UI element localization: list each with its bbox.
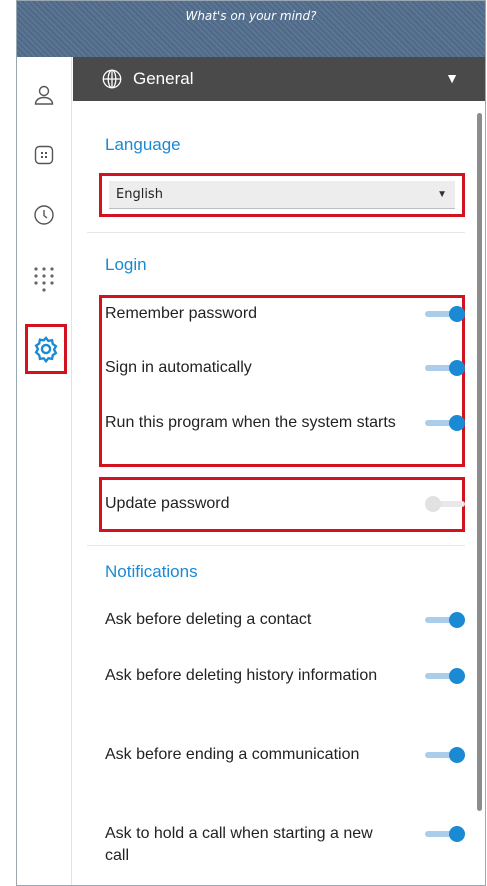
- globe-icon: [102, 69, 122, 89]
- notifications-heading: Notifications: [105, 562, 198, 581]
- setting-label: Ask before ending a communication: [105, 746, 360, 763]
- dialpad-icon: [34, 267, 54, 292]
- setting-row-remember-password: Remember password: [105, 303, 465, 325]
- setting-label: Remember password: [105, 305, 258, 322]
- rail-dialpad-button[interactable]: [26, 262, 62, 298]
- confirm-delete-history-toggle[interactable]: [425, 668, 465, 684]
- rail-contacts-button[interactable]: [26, 77, 62, 113]
- language-heading: Language: [105, 135, 181, 154]
- chevron-down-icon[interactable]: ▼: [445, 70, 459, 86]
- login-heading: Login: [105, 255, 147, 274]
- gear-icon: [34, 336, 58, 363]
- setting-label: Ask to hold a call when starting a new c…: [105, 825, 373, 864]
- language-select-value: English: [116, 187, 163, 202]
- hold-call-on-new-call-toggle[interactable]: [425, 826, 465, 842]
- setting-row-run-on-startup: Run this program when the system starts: [105, 412, 465, 434]
- setting-row-confirm-delete-contact: Ask before deleting a contact: [105, 609, 465, 631]
- rail-settings-button[interactable]: [25, 324, 67, 374]
- divider: [87, 545, 465, 546]
- confirm-end-communication-toggle[interactable]: [425, 747, 465, 763]
- language-select[interactable]: English ▼: [109, 181, 455, 209]
- setting-label: Run this program when the system starts: [105, 414, 396, 431]
- status-bar[interactable]: What's on your mind?: [17, 1, 485, 57]
- setting-row-hold-call-on-new-call: Ask to hold a call when starting a new c…: [105, 823, 465, 867]
- clock-icon: [34, 205, 54, 225]
- setting-label: Update password: [105, 495, 230, 512]
- setting-label: Ask before deleting history information: [105, 667, 378, 684]
- scrollbar[interactable]: [477, 113, 482, 811]
- person-icon: [34, 85, 54, 105]
- sign-in-automatically-toggle[interactable]: [425, 360, 465, 376]
- remember-password-toggle[interactable]: [425, 306, 465, 322]
- rail-history-button[interactable]: [26, 197, 62, 233]
- divider: [87, 232, 465, 233]
- settings-pane: General ▼ Language English ▼ Login Remem…: [73, 57, 485, 885]
- setting-row-sign-in-automatically: Sign in automatically: [105, 357, 465, 379]
- status-placeholder[interactable]: What's on your mind?: [17, 9, 485, 23]
- rail-directory-button[interactable]: [26, 137, 62, 173]
- setting-label: Ask before deleting a contact: [105, 611, 312, 628]
- update-password-toggle[interactable]: [425, 496, 465, 512]
- confirm-delete-contact-toggle[interactable]: [425, 612, 465, 628]
- language-highlight: English ▼: [99, 173, 465, 217]
- app-window: What's on your mind? General ▼ Language …: [16, 0, 486, 886]
- run-on-startup-toggle[interactable]: [425, 415, 465, 431]
- dropdown-arrow-icon: ▼: [437, 189, 447, 200]
- setting-label: Sign in automatically: [105, 359, 252, 376]
- section-title: General: [133, 69, 194, 88]
- setting-row-confirm-end-communication: Ask before ending a communication: [105, 744, 465, 766]
- setting-row-update-password: Update password: [105, 493, 465, 515]
- left-rail: [17, 57, 72, 885]
- section-header-general[interactable]: General ▼: [73, 57, 485, 101]
- building-icon: [34, 145, 54, 165]
- setting-row-confirm-delete-history: Ask before deleting history information: [105, 665, 465, 687]
